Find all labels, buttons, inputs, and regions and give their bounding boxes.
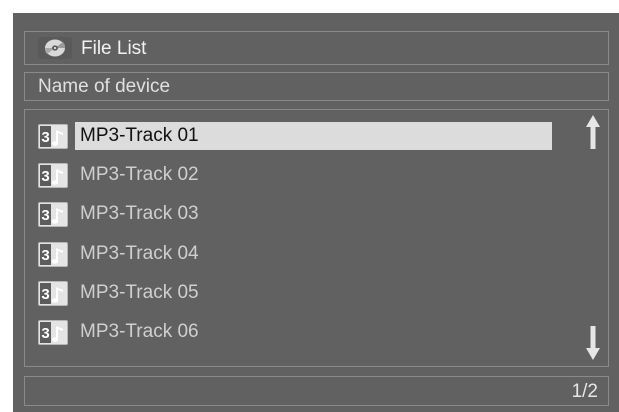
header-bar: File List xyxy=(24,31,609,65)
mp3-track-icon: 3 xyxy=(37,123,69,150)
svg-text:3: 3 xyxy=(41,129,49,146)
page-title: File List xyxy=(81,38,147,59)
track-name: MP3-Track 06 xyxy=(80,321,199,342)
svg-text:3: 3 xyxy=(41,168,49,185)
device-name-bar: Name of device xyxy=(24,72,609,101)
svg-text:3: 3 xyxy=(41,207,49,224)
mp3-track-icon: 3 xyxy=(37,162,69,189)
list-item[interactable]: 3 MP3-Track 06 xyxy=(37,318,553,346)
status-bar: 1/2 xyxy=(24,376,609,406)
device-name-label: Name of device xyxy=(38,76,171,97)
list-item[interactable]: 3 MP3-Track 03 xyxy=(37,200,553,228)
track-name: MP3-Track 03 xyxy=(80,203,199,224)
file-list-screen: File List Name of device 3 MP3-Track 01 3 M… xyxy=(13,13,619,412)
file-list: 3 MP3-Track 01 3 MP3-Track 02 3 MP3-Track 03 3… xyxy=(24,109,609,367)
mp3-track-icon: 3 xyxy=(37,201,69,228)
svg-text:3: 3 xyxy=(41,247,49,264)
svg-text:3: 3 xyxy=(41,286,49,303)
mp3-track-icon: 3 xyxy=(37,241,69,268)
track-name: MP3-Track 02 xyxy=(80,164,199,185)
list-item[interactable]: 3 MP3-Track 05 xyxy=(37,279,553,307)
page-indicator: 1/2 xyxy=(571,381,598,402)
list-item[interactable]: 3 MP3-Track 02 xyxy=(37,161,553,189)
scroll-up-arrow-icon[interactable] xyxy=(586,115,600,149)
mp3-track-icon: 3 xyxy=(37,280,69,307)
svg-text:3: 3 xyxy=(41,325,49,342)
list-item[interactable]: 3 MP3-Track 04 xyxy=(37,240,553,268)
list-item[interactable]: 3 MP3-Track 01 xyxy=(37,122,553,150)
disc-icon xyxy=(38,37,72,59)
track-name: MP3-Track 01 xyxy=(80,125,199,146)
track-name: MP3-Track 04 xyxy=(80,243,199,264)
mp3-track-icon: 3 xyxy=(37,319,69,346)
track-name: MP3-Track 05 xyxy=(80,282,199,303)
scroll-down-arrow-icon[interactable] xyxy=(586,326,600,360)
